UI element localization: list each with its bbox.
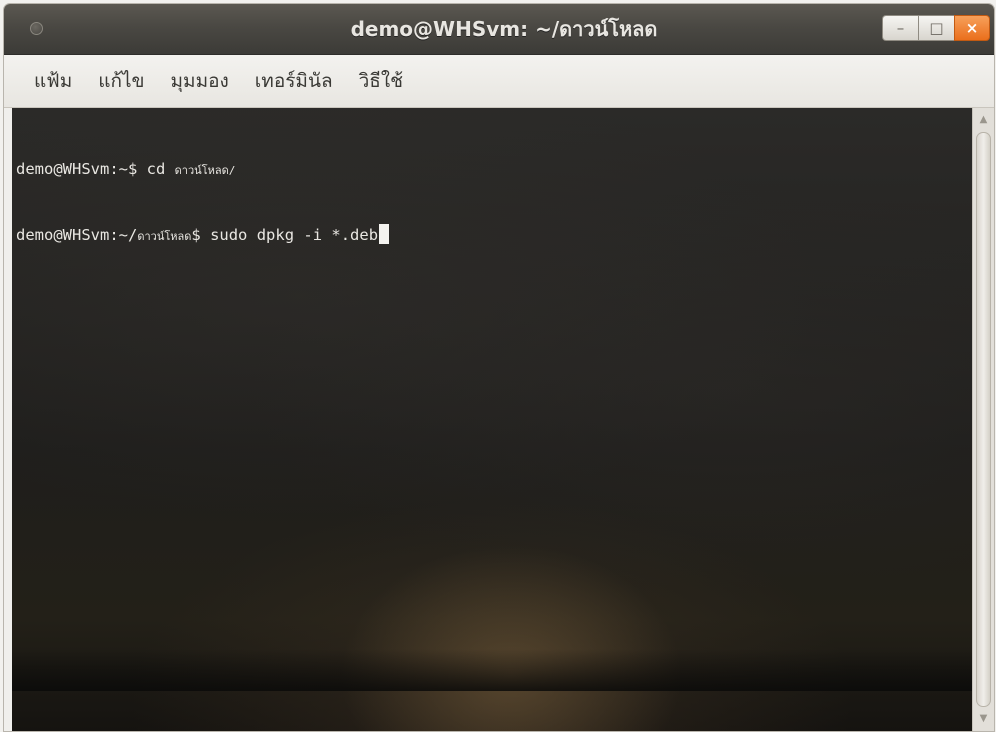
menu-view[interactable]: มุมมอง [169,62,231,100]
shell-prompt-end: $ [191,226,201,244]
maximize-button[interactable]: □ [918,15,954,41]
text-cursor [379,224,390,244]
title-bar[interactable]: demo@WHSvm: ~/ดาวน์โหลด – □ × [4,4,994,55]
menu-terminal[interactable]: เทอร์มินัล [253,62,335,100]
vertical-scrollbar[interactable]: ▲ ▼ [972,108,994,731]
maximize-icon: □ [929,19,944,37]
minimize-button[interactable]: – [882,15,918,41]
command-argument: ดาวน์โหลด/ [174,164,236,177]
menu-edit[interactable]: แก้ไข [96,62,146,100]
shell-prompt-path: ดาวน์โหลด [137,230,192,243]
scroll-down-arrow-icon[interactable]: ▼ [973,709,994,729]
terminal-line: demo@WHSvm:~/ดาวน์โหลด$ sudo dpkg -i *.d… [16,224,390,246]
minimize-icon: – [896,19,905,37]
menu-bar: แฟ้ม แก้ไข มุมมอง เทอร์มินัล วิธีใช้ [4,55,994,108]
terminal-window: demo@WHSvm: ~/ดาวน์โหลด – □ × แฟ้ม แก้ไข… [4,4,994,731]
background-horizon [12,649,972,691]
command-text: cd [137,160,175,178]
shell-prompt-user: demo@WHSvm:~/ [16,226,138,244]
scroll-up-arrow-icon[interactable]: ▲ [973,110,994,130]
close-button[interactable]: × [954,15,990,41]
command-text: sudo dpkg -i *.deb [200,226,379,244]
shell-prompt: demo@WHSvm:~$ [16,160,138,178]
menu-help[interactable]: วิธีใช้ [357,62,405,100]
terminal-lines: demo@WHSvm:~$ cd ดาวน์โหลด/ demo@WHSvm:~… [16,114,390,290]
scroll-thumb[interactable] [976,132,991,707]
menu-file[interactable]: แฟ้ม [32,62,74,100]
terminal-line: demo@WHSvm:~$ cd ดาวน์โหลด/ [16,158,389,180]
window-controls: – □ × [882,15,990,43]
window-title: demo@WHSvm: ~/ดาวน์โหลด [350,17,658,41]
close-icon: × [965,19,979,37]
terminal-output[interactable]: demo@WHSvm:~$ cd ดาวน์โหลด/ demo@WHSvm:~… [12,108,972,731]
